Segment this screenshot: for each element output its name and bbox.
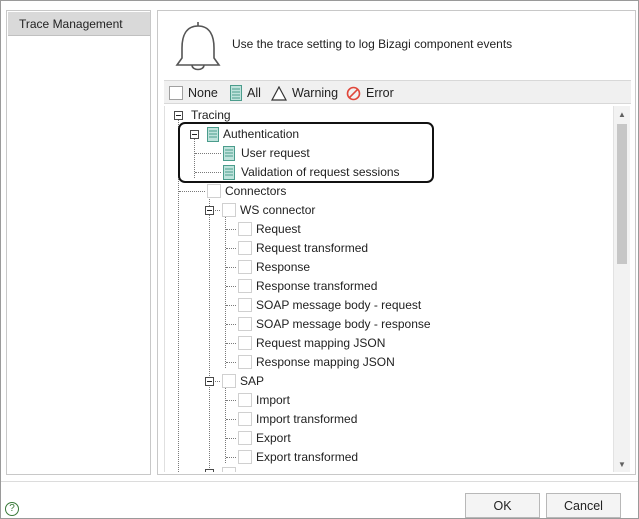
bell-icon	[172, 20, 224, 77]
tree-node-label: Export	[256, 431, 291, 445]
footer-divider	[1, 481, 638, 482]
legend-all-label: All	[247, 86, 261, 100]
checkbox[interactable]	[238, 317, 252, 331]
tree-node-connectors[interactable]: Connectors	[207, 182, 286, 200]
tree-node-leaf[interactable]: SOAP message body - response	[238, 315, 431, 333]
tree-node-label: SOAP message body - request	[256, 298, 422, 312]
tree-node-leaf[interactable]: Request transformed	[238, 239, 368, 257]
tree-line	[226, 229, 236, 230]
tree-node-leaf[interactable]: Response mapping JSON	[238, 353, 395, 371]
tree-node-leaf[interactable]: Response	[238, 258, 310, 276]
help-icon[interactable]: ?	[5, 502, 19, 516]
tree-line	[226, 324, 236, 325]
tree-node-label: Export transformed	[256, 450, 359, 464]
tree-line	[226, 438, 236, 439]
tree-node-ws-connector[interactable]: WS connector	[222, 201, 315, 219]
tree-node-leaf[interactable]: Request mapping JSON	[238, 334, 385, 352]
tree-line	[179, 191, 205, 192]
tree-node-label: SOAP message body - response	[256, 317, 431, 331]
tree-line	[226, 248, 236, 249]
tree-node-leaf[interactable]: Import	[238, 391, 290, 409]
empty-checkbox-icon	[169, 86, 183, 100]
checkbox[interactable]	[238, 450, 252, 464]
tree-node-partial[interactable]	[222, 465, 236, 472]
tree-node-label: Request	[256, 222, 301, 236]
tree-node-leaf[interactable]: Export	[238, 429, 291, 447]
checkbox[interactable]	[238, 222, 252, 236]
collapse-icon[interactable]	[205, 377, 214, 386]
tree-line	[178, 134, 179, 472]
tree-line	[226, 400, 236, 401]
legend-none-label: None	[188, 86, 218, 100]
tree-node-label: Request transformed	[256, 241, 369, 255]
legend-warning-label: Warning	[292, 86, 339, 100]
scroll-down-arrow-icon[interactable]: ▼	[614, 456, 630, 472]
checkbox[interactable]	[238, 298, 252, 312]
legend-error[interactable]: Error	[346, 84, 394, 102]
checkbox[interactable]	[238, 279, 252, 293]
checkbox[interactable]	[238, 336, 252, 350]
trace-description: Use the trace setting to log Bizagi comp…	[232, 37, 513, 51]
checkbox[interactable]	[238, 412, 252, 426]
tree-node-label: Response mapping JSON	[256, 355, 395, 369]
tree-line	[226, 419, 236, 420]
all-level-icon	[230, 85, 242, 101]
trace-level-legend: None All Warning Error	[164, 80, 631, 104]
tree-node-leaf[interactable]: Response transformed	[238, 277, 377, 295]
tree-node-label: Import transformed	[256, 412, 358, 426]
tree-node-label: SAP	[240, 374, 265, 388]
tree-line	[226, 457, 236, 458]
tree-node-leaf[interactable]: Export transformed	[238, 448, 358, 466]
tree-node-sap[interactable]: SAP	[222, 372, 264, 390]
sidebar: Trace Management	[6, 10, 151, 475]
tree-node-label: Response transformed	[256, 279, 378, 293]
ok-button[interactable]: OK	[465, 493, 540, 518]
error-icon	[346, 86, 361, 100]
legend-error-label: Error	[366, 86, 394, 100]
checkbox[interactable]	[207, 184, 221, 198]
tree-line	[209, 196, 210, 472]
authentication-highlight-box	[178, 122, 434, 183]
checkbox[interactable]	[222, 203, 236, 217]
tree-node-label: Response	[256, 260, 311, 274]
checkbox[interactable]	[238, 260, 252, 274]
tree-node-leaf[interactable]: Request	[238, 220, 301, 238]
tree-node-label: Import	[256, 393, 291, 407]
legend-warning[interactable]: Warning	[271, 84, 338, 102]
tree-node-label: Tracing	[191, 108, 231, 122]
checkbox[interactable]	[238, 355, 252, 369]
tree-line	[226, 267, 236, 268]
tree-line	[226, 362, 236, 363]
legend-all[interactable]: All	[230, 84, 261, 102]
scrollbar-thumb[interactable]	[617, 124, 627, 264]
tree-node-label: WS connector	[240, 203, 316, 217]
checkbox[interactable]	[238, 393, 252, 407]
collapse-icon[interactable]	[174, 111, 183, 120]
tree-line	[226, 305, 236, 306]
tree-node-leaf[interactable]: SOAP message body - request	[238, 296, 421, 314]
tree-line	[225, 387, 226, 463]
collapse-icon[interactable]	[205, 469, 214, 472]
collapse-icon[interactable]	[205, 206, 214, 215]
tree-scrollbar[interactable]: ▲ ▼	[613, 106, 630, 472]
tree-line	[225, 216, 226, 368]
warning-icon	[271, 85, 287, 101]
checkbox[interactable]	[222, 374, 236, 388]
legend-none[interactable]: None	[169, 84, 218, 102]
sidebar-item-trace-management[interactable]: Trace Management	[8, 12, 150, 36]
tree-node-leaf[interactable]: Import transformed	[238, 410, 357, 428]
scroll-up-arrow-icon[interactable]: ▲	[614, 106, 630, 122]
tree-node-label: Request mapping JSON	[256, 336, 386, 350]
tree-line	[226, 343, 236, 344]
checkbox[interactable]	[238, 431, 252, 445]
tree-node-label: Connectors	[225, 184, 287, 198]
tree-line	[226, 286, 236, 287]
cancel-button[interactable]: Cancel	[546, 493, 621, 518]
checkbox[interactable]	[238, 241, 252, 255]
checkbox[interactable]	[222, 467, 236, 472]
